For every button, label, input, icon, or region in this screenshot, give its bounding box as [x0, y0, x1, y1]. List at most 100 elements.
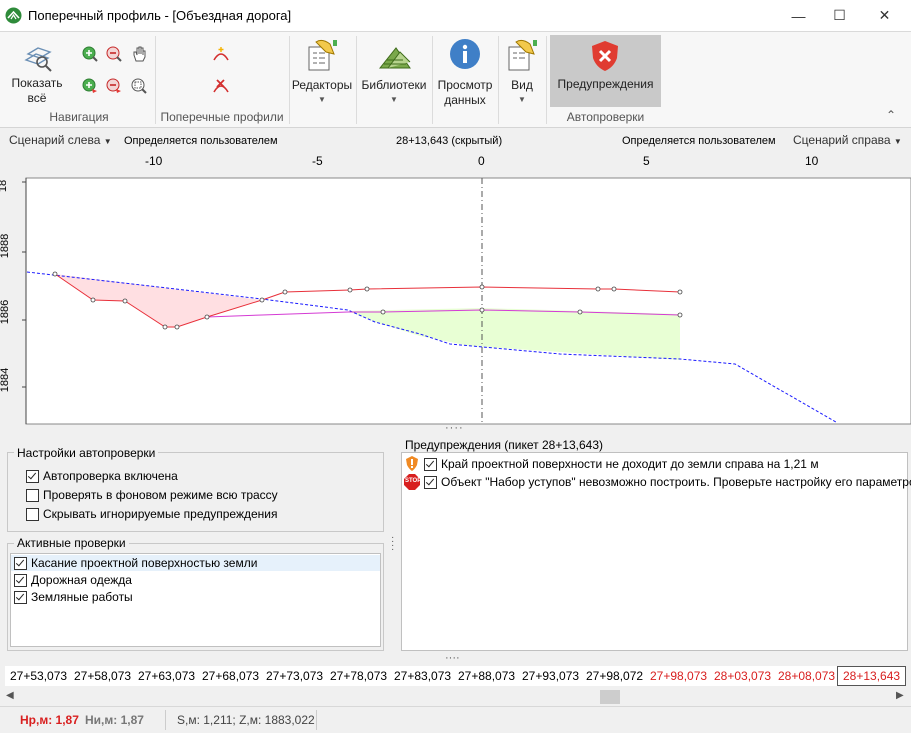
delete-profile-icon[interactable]	[212, 78, 229, 94]
horizontal-scrollbar[interactable]: ◀ ▶	[3, 689, 908, 705]
autocheck-enabled-label: Автопроверка включена	[43, 469, 178, 483]
zoom-out-prev-icon[interactable]	[106, 78, 122, 94]
splitter-handle[interactable]: ····	[445, 422, 464, 434]
layers-zoom-icon	[22, 40, 54, 75]
scroll-thumb[interactable]	[600, 690, 620, 704]
warning-text: Край проектной поверхности не доходит до…	[441, 457, 819, 471]
view-icon	[506, 38, 540, 75]
hide-ignored-label: Скрывать игнорируемые предупреждения	[43, 507, 278, 521]
current-picket-label: 28+13,643 (скрытый)	[396, 135, 503, 147]
status-bar: Нр,м: 1,87 Ни,м: 1,87 S,м: 1,211; Z,м: 1…	[0, 706, 911, 733]
picket-tab[interactable]: 27+98,072	[581, 666, 650, 686]
check-item-checkbox[interactable]	[14, 557, 27, 570]
libraries-icon	[378, 38, 412, 75]
picket-tab[interactable]: 28+08,073	[773, 666, 842, 686]
add-profile-icon[interactable]	[212, 46, 229, 62]
y-tick-label: 1888	[0, 233, 12, 259]
collapse-ribbon-icon[interactable]: ⌃	[886, 108, 896, 122]
cross-profiles-group-label: Поперечные профили	[160, 110, 284, 124]
picket-tab[interactable]: 27+68,073	[197, 666, 266, 686]
y-tick-label: 18	[0, 179, 10, 193]
warnings-list: Край проектной поверхности не доходит до…	[401, 452, 911, 651]
view-button[interactable]: Вид ▼	[500, 36, 544, 108]
check-item-checkbox[interactable]	[14, 591, 27, 604]
active-checks-title: Активные проверки	[14, 536, 129, 550]
scenario-row: Сценарий слева ▼ Определяется пользовате…	[0, 128, 911, 176]
warnings-panel-title: Предупреждения (пикет 28+13,643)	[405, 438, 604, 452]
x-tick-label: 0	[478, 154, 485, 168]
list-item[interactable]: Дорожная одежда	[11, 572, 380, 588]
warnings-panel: Предупреждения (пикет 28+13,643) Край пр…	[398, 435, 911, 655]
warning-checkbox[interactable]	[424, 476, 437, 489]
left-scenario-mode: Определяется пользователем	[124, 135, 278, 147]
list-item[interactable]: Касание проектной поверхностью земли	[11, 555, 380, 571]
info-icon	[449, 38, 481, 73]
ribbon: Показать всё Навигация Поперечные профил…	[0, 32, 911, 128]
libraries-button[interactable]: Библиотеки ▼	[358, 36, 430, 108]
maximize-button[interactable]: ☐	[817, 0, 862, 31]
editors-button[interactable]: Редакторы ▼	[290, 36, 354, 108]
picket-tab[interactable]: 27+63,073	[133, 666, 202, 686]
view-dropdown-icon: ▼	[518, 95, 526, 104]
cross-section-view[interactable]: .... 18 1888 1886 1884	[0, 176, 911, 426]
autocheck-panel: Настройки автопроверки Автопроверка вклю…	[3, 435, 386, 655]
pan-hand-icon[interactable]	[131, 46, 147, 62]
warning-shield-icon	[405, 456, 419, 474]
warnings-button[interactable]: Предупреждения	[550, 35, 661, 107]
background-check-checkbox[interactable]	[26, 489, 39, 502]
picket-tab[interactable]: 27+73,073	[261, 666, 330, 686]
editors-label: Редакторы	[291, 78, 353, 92]
show-all-label: Показать всё	[11, 76, 63, 105]
warning-checkbox[interactable]	[424, 458, 437, 471]
vertical-splitter-handle[interactable]: · · · ·	[391, 533, 395, 555]
x-tick-label: -10	[145, 154, 163, 168]
view-data-label: Просмотр данных	[437, 78, 493, 107]
autocheck-enabled-checkbox[interactable]	[26, 470, 39, 483]
left-scenario-dropdown[interactable]: Сценарий слева ▼	[9, 133, 112, 147]
show-all-button[interactable]: Показать всё	[6, 36, 68, 106]
list-item[interactable]: STOP Объект "Набор уступов" невозможно п…	[402, 473, 911, 490]
check-item-label: Касание проектной поверхностью земли	[31, 556, 258, 570]
close-button[interactable]: ✕	[862, 0, 907, 31]
title-bar: Поперечный профиль - [Объездная дорога] …	[0, 0, 911, 32]
hide-ignored-checkbox[interactable]	[26, 508, 39, 521]
picket-tab[interactable]: 27+98,073	[645, 666, 714, 686]
zoom-out-icon[interactable]	[106, 46, 122, 62]
editors-icon	[306, 38, 340, 75]
view-label: Вид	[511, 78, 533, 92]
shield-error-icon	[590, 40, 620, 75]
zoom-window-icon[interactable]	[131, 78, 147, 94]
picket-tab[interactable]: 28+03,073	[709, 666, 778, 686]
minimize-button[interactable]: —	[776, 0, 821, 31]
y-tick-label: 1886	[0, 299, 12, 325]
check-item-checkbox[interactable]	[14, 574, 27, 587]
right-scenario-dropdown[interactable]: Сценарий справа ▼	[793, 133, 902, 147]
status-hi: Ни,м: 1,87	[85, 713, 144, 727]
scroll-left-icon[interactable]: ◀	[6, 690, 14, 701]
picket-tabs: 27+53,073 27+58,073 27+63,073 27+68,073 …	[0, 666, 911, 688]
list-item[interactable]: Земляные работы	[11, 589, 380, 605]
picket-tab-active[interactable]: 28+13,643	[837, 666, 907, 686]
lower-splitter-handle[interactable]: ····	[445, 652, 460, 664]
zoom-in-prev-icon[interactable]	[82, 78, 98, 94]
libraries-label: Библиотеки	[361, 78, 427, 92]
picket-tab[interactable]: 27+88,073	[453, 666, 522, 686]
picket-tab[interactable]: 27+58,073	[69, 666, 138, 686]
status-coords: S,м: 1,211; Z,м: 1883,022	[177, 713, 315, 727]
view-data-button[interactable]: Просмотр данных	[434, 36, 496, 108]
x-tick-label: 5	[643, 154, 650, 168]
picket-tab[interactable]: 27+83,073	[389, 666, 458, 686]
picket-tab[interactable]: 27+93,073	[517, 666, 586, 686]
check-item-label: Земляные работы	[31, 590, 133, 604]
y-tick-label: 1884	[0, 367, 12, 393]
active-checks-list: Касание проектной поверхностью земли Дор…	[10, 553, 381, 647]
list-item[interactable]: Край проектной поверхности не доходит до…	[402, 455, 907, 472]
picket-tab[interactable]: 27+78,073	[325, 666, 394, 686]
picket-tab[interactable]: 27+53,073	[5, 666, 74, 686]
warnings-label: Предупреждения	[557, 77, 654, 91]
scroll-right-icon[interactable]: ▶	[896, 690, 904, 701]
editors-dropdown-icon: ▼	[318, 95, 326, 104]
zoom-in-icon[interactable]	[82, 46, 98, 62]
autochecks-group-label: Автопроверки	[566, 110, 645, 124]
stop-sign-icon: STOP	[404, 474, 421, 490]
